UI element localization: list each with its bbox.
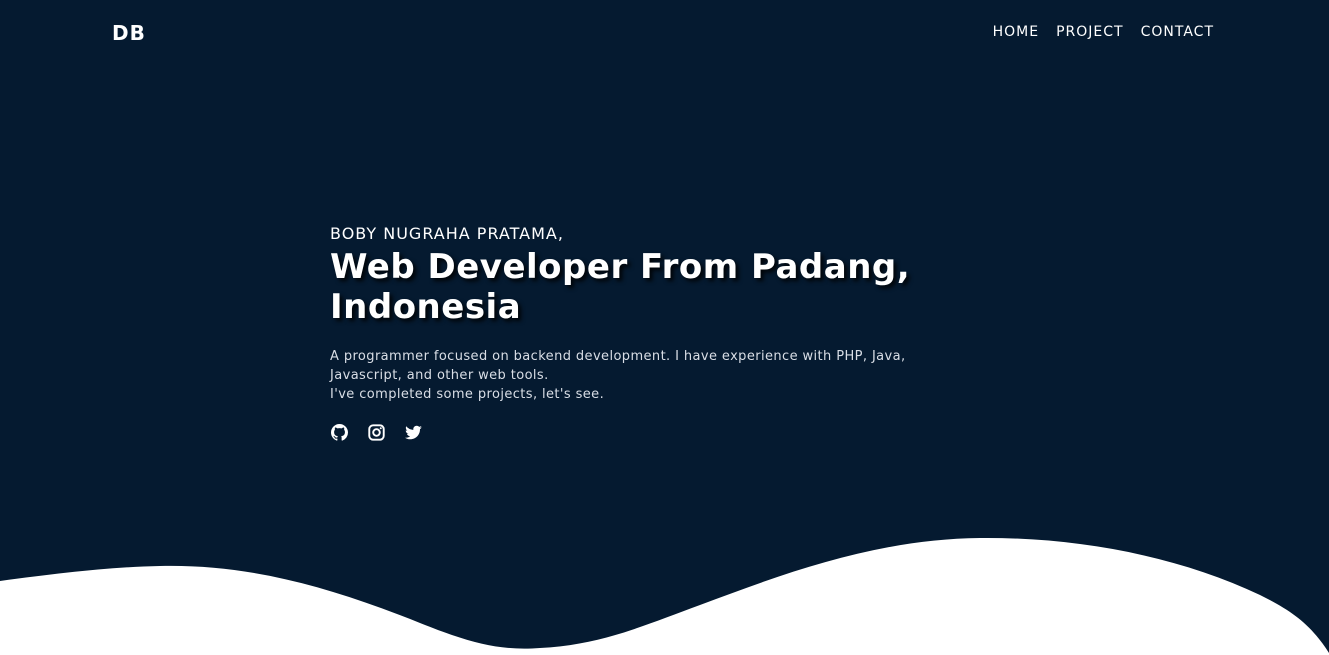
twitter-icon	[404, 424, 422, 441]
hero-name: BOBY NUGRAHA PRATAMA,	[330, 224, 564, 243]
nav-links: HOME PROJECT CONTACT	[993, 24, 1214, 40]
instagram-link[interactable]	[367, 423, 385, 441]
twitter-link[interactable]	[404, 423, 422, 441]
social-links	[330, 423, 1030, 441]
hero-desc-line3: I've completed some projects, let's see.	[330, 387, 605, 402]
brand-logo[interactable]: DB	[112, 21, 146, 45]
hero-description: A programmer focused on backend developm…	[330, 347, 1030, 404]
nav-link-contact[interactable]: CONTACT	[1141, 24, 1214, 40]
github-icon	[330, 423, 348, 441]
navbar: DB HOME PROJECT CONTACT	[0, 0, 1329, 66]
github-link[interactable]	[330, 423, 348, 441]
hero-section: BOBY NUGRAHA PRATAMA, Web Developer From…	[330, 224, 1030, 441]
hero-desc-line1: A programmer focused on backend developm…	[330, 349, 906, 364]
page: DB HOME PROJECT CONTACT BOBY NUGRAHA PRA…	[0, 0, 1329, 655]
nav-link-home[interactable]: HOME	[993, 24, 1039, 40]
hero-title-line2: Indonesia	[330, 287, 522, 327]
hero-title: Web Developer From Padang, Indonesia	[330, 247, 1030, 327]
instagram-icon	[367, 423, 385, 441]
nav-link-project[interactable]: PROJECT	[1056, 24, 1124, 40]
wave-divider	[0, 537, 1329, 655]
hero-desc-line2: Javascript, and other web tools.	[330, 368, 549, 383]
hero-title-line1: Web Developer From Padang,	[330, 247, 911, 287]
